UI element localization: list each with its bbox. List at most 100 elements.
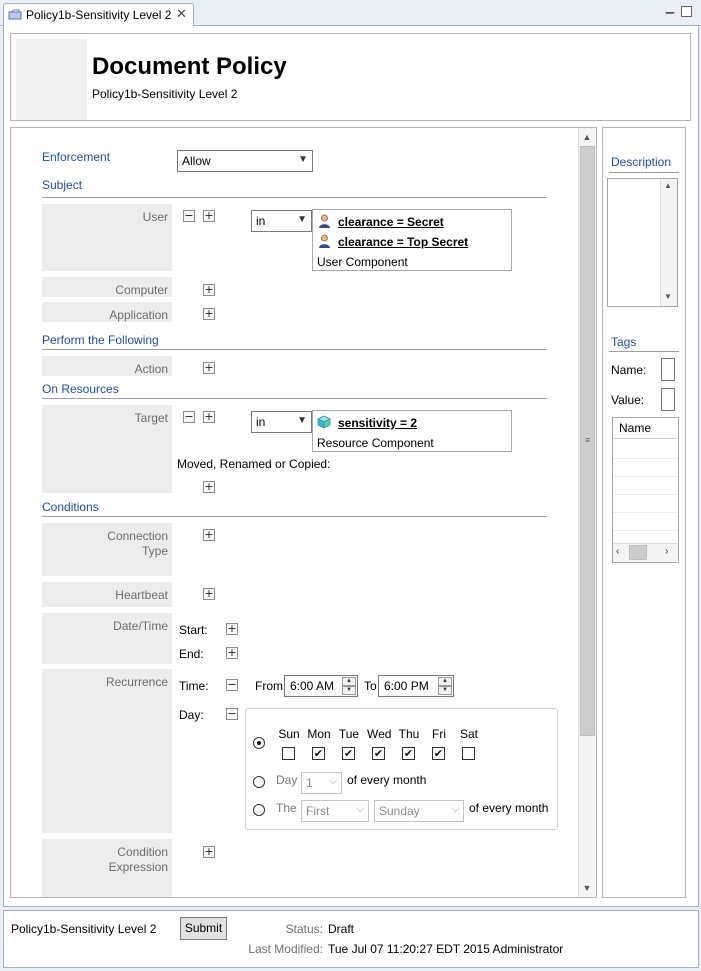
chevron-down-icon: ⌵ bbox=[329, 776, 337, 787]
recurrence-label-box bbox=[42, 669, 172, 833]
to-time-spinner[interactable]: 6:00 PM ▲ ▼ bbox=[378, 675, 454, 697]
chevron-down-icon: ⌵ bbox=[451, 804, 459, 815]
connection-type-label: Connection bbox=[107, 529, 168, 543]
section-divider bbox=[609, 172, 679, 173]
section-divider bbox=[42, 197, 547, 198]
add-end-button[interactable]: + bbox=[226, 647, 238, 659]
scroll-up-icon[interactable]: ▲ bbox=[579, 129, 595, 145]
action-label: Action bbox=[134, 362, 168, 376]
weekday-checkbox-tue[interactable]: ✔ bbox=[342, 747, 355, 760]
weekday-label: Sat bbox=[459, 727, 478, 741]
user-label: User bbox=[142, 210, 168, 224]
add-heartbeat-button[interactable]: + bbox=[203, 588, 215, 600]
weekday-checkbox-sat[interactable] bbox=[462, 747, 475, 760]
enforcement-value: Allow bbox=[182, 154, 211, 168]
section-divider bbox=[42, 516, 547, 517]
page-subtitle: Policy1b-Sensitivity Level 2 bbox=[92, 87, 238, 101]
from-time-value: 6:00 AM bbox=[290, 679, 335, 693]
section-title-perform: Perform the Following bbox=[42, 333, 159, 347]
enforcement-label: Enforcement bbox=[42, 150, 111, 164]
add-computer-button[interactable]: + bbox=[203, 284, 215, 296]
heartbeat-label: Heartbeat bbox=[115, 588, 168, 602]
weekday-checkbox-mon[interactable]: ✔ bbox=[312, 747, 325, 760]
remove-target-button[interactable]: − bbox=[183, 411, 195, 423]
description-title: Description bbox=[611, 155, 672, 169]
section-divider bbox=[42, 398, 547, 399]
add-moved-button[interactable]: + bbox=[203, 481, 215, 493]
day-of-month-radio[interactable] bbox=[253, 776, 265, 788]
tags-table-header[interactable]: Name bbox=[613, 418, 678, 439]
remove-day-button[interactable]: − bbox=[226, 708, 238, 720]
scroll-down-icon[interactable]: ▼ bbox=[664, 292, 672, 301]
weekday-mode-radio[interactable] bbox=[253, 737, 265, 749]
recurrence-label: Recurrence bbox=[105, 675, 168, 689]
tag-name-input[interactable] bbox=[661, 358, 675, 381]
chevron-down-icon: ⌵ bbox=[356, 804, 364, 815]
ordinal-select[interactable]: First ⌵ bbox=[301, 800, 369, 822]
condition-expression-label: Expression bbox=[108, 860, 168, 874]
description-scrollbar[interactable]: ▲ ▼ bbox=[660, 179, 677, 306]
table-row bbox=[613, 476, 678, 477]
resource-cube-icon bbox=[317, 415, 331, 429]
scroll-up-icon[interactable]: ▲ bbox=[664, 181, 672, 190]
weekday-label: Sun bbox=[278, 727, 300, 741]
user-icon bbox=[319, 214, 330, 228]
add-connection-type-button[interactable]: + bbox=[203, 529, 215, 541]
user-operator-select[interactable]: in ▼ bbox=[251, 210, 312, 232]
weekday-select[interactable]: Sunday ⌵ bbox=[374, 800, 464, 822]
add-condition-expression-button[interactable]: + bbox=[203, 846, 215, 858]
of-every-month-label: of every month bbox=[469, 801, 549, 815]
table-row bbox=[613, 512, 678, 513]
page-title: Document Policy bbox=[92, 53, 287, 80]
status-label: Status: bbox=[285, 922, 323, 936]
tag-value-input[interactable] bbox=[661, 388, 675, 411]
add-action-button[interactable]: + bbox=[203, 362, 215, 374]
scroll-left-icon[interactable]: ‹ bbox=[616, 546, 619, 557]
weekday-checkbox-wed[interactable]: ✔ bbox=[372, 747, 385, 760]
table-row bbox=[613, 530, 678, 531]
add-user-button[interactable]: + bbox=[203, 210, 215, 222]
scrollbar-thumb[interactable] bbox=[629, 545, 647, 560]
scroll-down-icon[interactable]: ▼ bbox=[579, 880, 595, 896]
target-operator-select[interactable]: in ▼ bbox=[251, 411, 312, 433]
tags-horizontal-scrollbar[interactable]: ‹ › bbox=[613, 543, 678, 561]
decrement-icon[interactable]: ▼ bbox=[342, 686, 356, 695]
resource-component-link[interactable]: sensitivity = 2 bbox=[338, 416, 417, 430]
tags-column-name: Name bbox=[619, 421, 652, 435]
remove-user-button[interactable]: − bbox=[183, 210, 195, 222]
last-modified-label: Last Modified: bbox=[248, 942, 323, 956]
day-of-month-select[interactable]: 1 ⌵ bbox=[301, 772, 342, 794]
from-time-spinner[interactable]: 6:00 AM ▲ ▼ bbox=[284, 675, 358, 697]
weekday-checkbox-thu[interactable]: ✔ bbox=[402, 747, 415, 760]
scroll-right-icon[interactable]: › bbox=[665, 546, 668, 557]
weekday-label: Tue bbox=[338, 727, 360, 741]
close-icon[interactable]: ✕ bbox=[176, 6, 187, 22]
remove-time-button[interactable]: − bbox=[226, 679, 238, 691]
the-option-radio[interactable] bbox=[253, 804, 265, 816]
add-application-button[interactable]: + bbox=[203, 308, 215, 320]
day-of-month-value: 1 bbox=[306, 776, 313, 790]
the-option-label: The bbox=[276, 801, 297, 815]
ordinal-value: First bbox=[306, 804, 330, 818]
submit-button[interactable]: Submit bbox=[180, 917, 227, 940]
last-modified-value: Tue Jul 07 11:20:27 EDT 2015 Administrat… bbox=[328, 942, 564, 956]
weekday-checkbox-fri[interactable]: ✔ bbox=[432, 747, 445, 760]
add-target-button[interactable]: + bbox=[203, 411, 215, 423]
chevron-down-icon: ▼ bbox=[297, 415, 307, 426]
user-component-link[interactable]: clearance = Secret bbox=[338, 215, 444, 229]
maximize-icon[interactable] bbox=[681, 6, 692, 17]
user-operator-value: in bbox=[256, 214, 266, 228]
weekday-checkbox-sun[interactable] bbox=[282, 747, 295, 760]
increment-icon[interactable]: ▲ bbox=[438, 677, 452, 686]
increment-icon[interactable]: ▲ bbox=[342, 677, 356, 686]
to-time-value: 6:00 PM bbox=[384, 679, 429, 693]
minimize-icon[interactable]: ▁ bbox=[664, 3, 676, 16]
enforcement-select[interactable]: Allow ▼ bbox=[177, 150, 313, 172]
of-every-month-label: of every month bbox=[347, 773, 427, 787]
user-component-link[interactable]: clearance = Top Secret bbox=[338, 235, 468, 249]
from-label: From bbox=[255, 679, 283, 693]
decrement-icon[interactable]: ▼ bbox=[438, 686, 452, 695]
add-start-button[interactable]: + bbox=[226, 623, 238, 635]
editor-tab[interactable]: Policy1b-Sensitivity Level 2 ✕ bbox=[3, 3, 194, 27]
section-title-conditions: Conditions bbox=[42, 500, 99, 514]
